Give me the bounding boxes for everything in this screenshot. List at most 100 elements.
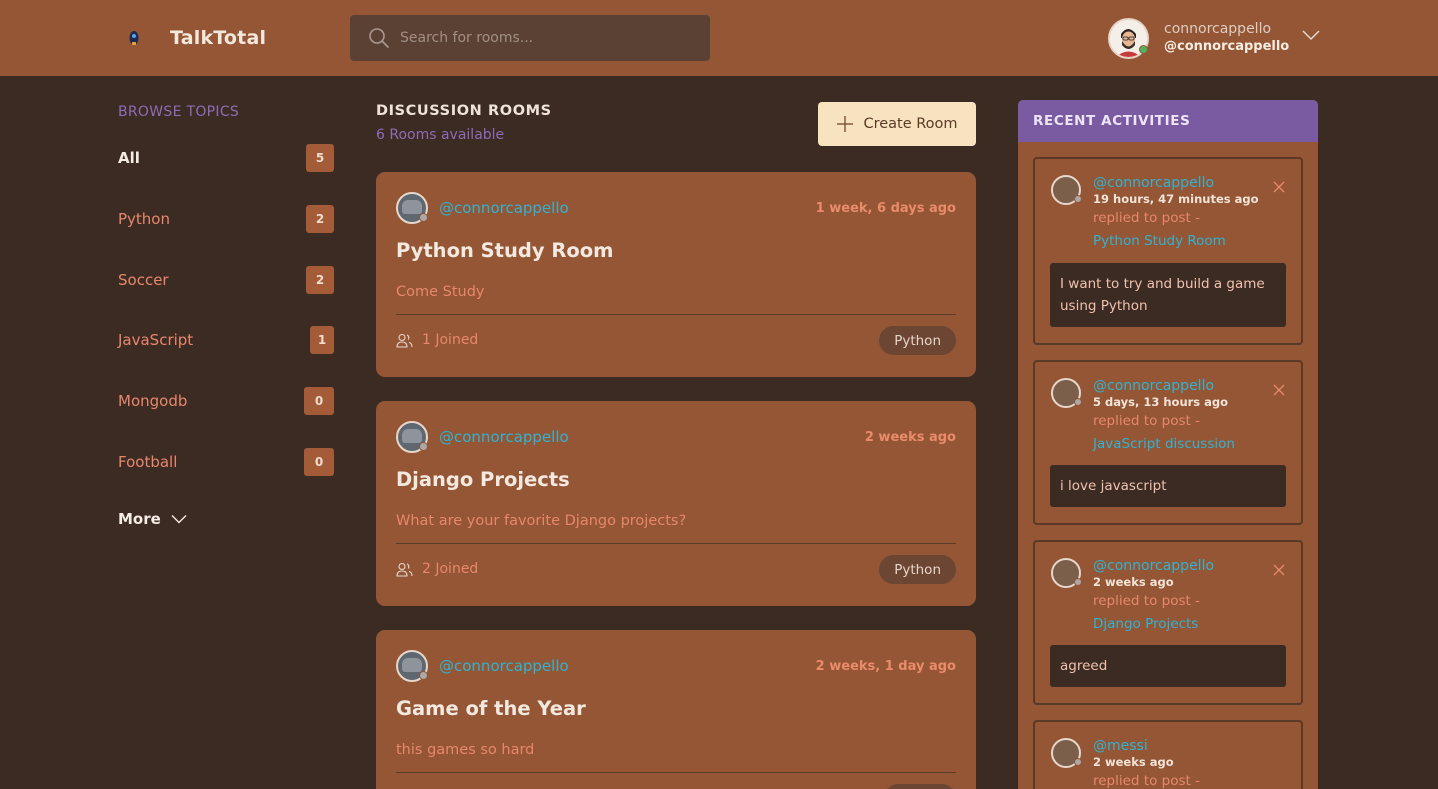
topic-item-all[interactable]: All 5 [118,143,334,173]
avatar[interactable] [1051,175,1082,205]
activity-action: replied to post - [1093,210,1200,226]
topic-item-mongodb[interactable]: Mongodb 0 [118,386,334,416]
activity-action: replied to post - [1093,593,1200,609]
chevron-down-icon [171,515,187,524]
topics-sidebar: BROWSE TOPICS All 5 Python 2 Soccer 2 Ja… [118,100,334,528]
activity-message: I want to try and build a game using Pyt… [1050,263,1286,327]
create-room-label: Create Room [863,116,958,132]
topic-label: Football [118,453,178,471]
status-dot [1074,398,1082,406]
divider [396,772,956,773]
avatar[interactable] [1051,558,1082,588]
brand-name: TalkTotal [170,27,267,49]
room-title[interactable]: Django Projects [396,468,570,491]
rooms-header: DISCUSSION ROOMS 6 Rooms available [376,103,552,143]
avatar[interactable] [396,421,428,453]
topic-label: JavaScript [118,331,194,349]
room-title[interactable]: Python Study Room [396,239,613,262]
top-header: TalkTotal connorcappello @connorcappello [0,0,1438,76]
room-topic-tag[interactable]: Python [879,555,956,584]
recent-activities-panel: RECENT ACTIVITIES @connorcappello 19 hou… [1018,100,1318,789]
activity-action: replied to post - [1093,413,1200,429]
rooms-count: 6 Rooms available [376,127,505,143]
activity-card: @connorcappello 5 days, 13 hours ago rep… [1033,360,1303,525]
close-icon[interactable] [1273,564,1285,576]
divider [396,314,956,315]
room-host[interactable]: @connorcappello [396,192,569,224]
close-icon[interactable] [1273,384,1285,396]
activity-username[interactable]: @connorcappello [1093,558,1214,574]
room-topic-tag[interactable] [884,784,956,789]
topic-count-badge: 0 [304,448,334,476]
host-username[interactable]: @connorcappello [439,199,569,217]
host-username[interactable]: @connorcappello [439,657,569,675]
user-info: connorcappello @connorcappello [1164,21,1289,55]
topic-item-python[interactable]: Python 2 [118,204,334,234]
chevron-down-icon[interactable] [1302,29,1320,41]
activity-timestamp: 2 weeks ago [1093,575,1174,589]
search-input[interactable] [400,30,690,46]
activity-username[interactable]: @connorcappello [1093,378,1235,394]
activity-message: agreed [1050,645,1286,687]
activities-heading: RECENT ACTIVITIES [1018,100,1318,142]
room-description: this games so hard [396,742,535,758]
status-dot [419,671,428,680]
activity-card: @connorcappello 19 hours, 47 minutes ago… [1033,157,1303,345]
divider [396,543,956,544]
room-topic-tag[interactable]: Python [879,326,956,355]
activity-action: replied to post - [1093,773,1200,789]
logo-icon [118,22,150,54]
topic-item-soccer[interactable]: Soccer 2 [118,265,334,295]
host-username[interactable]: @connorcappello [439,428,569,446]
search-bar[interactable] [350,15,710,61]
room-card[interactable]: @connorcappello 2 weeks, 1 day ago Game … [376,630,976,789]
topic-count-badge: 1 [310,326,334,354]
room-host[interactable]: @connorcappello [396,650,569,682]
status-dot [419,213,428,222]
user-menu[interactable]: connorcappello @connorcappello [1108,15,1320,61]
avatar[interactable] [396,650,428,682]
joined-label: 1 Joined [422,332,479,348]
topic-count-badge: 5 [306,144,334,172]
activity-card: @messi 2 weeks ago replied to post - [1033,720,1303,789]
activity-card: @connorcappello 2 weeks ago replied to p… [1033,540,1303,705]
status-dot [1074,195,1082,203]
create-room-button[interactable]: Create Room [818,102,976,146]
activity-message: i love javascript [1050,465,1286,507]
more-label: More [118,510,161,528]
search-icon [369,28,389,48]
topic-label: Mongodb [118,392,188,410]
close-icon[interactable] [1273,181,1285,193]
avatar[interactable] [1051,738,1082,768]
status-dot [419,442,428,451]
activity-username[interactable]: @connorcappello [1093,175,1259,191]
room-timestamp: 2 weeks ago [864,430,956,445]
brand-logo[interactable]: TalkTotal [118,22,266,54]
joined-label: 2 Joined [422,561,479,577]
topics-heading: BROWSE TOPICS [118,104,240,120]
user-handle: @connorcappello [1164,39,1290,54]
activity-room-link[interactable]: JavaScript discussion [1093,436,1235,453]
topic-item-javascript[interactable]: JavaScript 1 [118,325,334,355]
activity-room-link[interactable]: Python Study Room [1093,233,1259,250]
joined-count: 2 Joined [396,561,478,577]
room-host[interactable]: @connorcappello [396,421,569,453]
topic-item-football[interactable]: Football 0 [118,447,334,477]
more-topics-button[interactable]: More [118,510,187,528]
room-card[interactable]: @connorcappello 1 week, 6 days ago Pytho… [376,172,976,377]
user-name: connorcappello [1164,21,1272,37]
avatar[interactable] [396,192,428,224]
users-icon [396,333,413,348]
topic-count-badge: 2 [306,266,334,294]
room-title[interactable]: Game of the Year [396,697,586,720]
avatar[interactable] [1108,17,1149,59]
avatar[interactable] [1051,378,1082,408]
status-dot [1074,758,1082,766]
activity-room-link[interactable]: Django Projects [1093,616,1214,633]
room-description: What are your favorite Django projects? [396,513,687,529]
rooms-title: DISCUSSION ROOMS [376,103,552,119]
room-card[interactable]: @connorcappello 2 weeks ago Django Proje… [376,401,976,606]
topic-count-badge: 0 [304,387,334,415]
activity-username[interactable]: @messi [1093,738,1200,754]
users-icon [396,562,413,577]
